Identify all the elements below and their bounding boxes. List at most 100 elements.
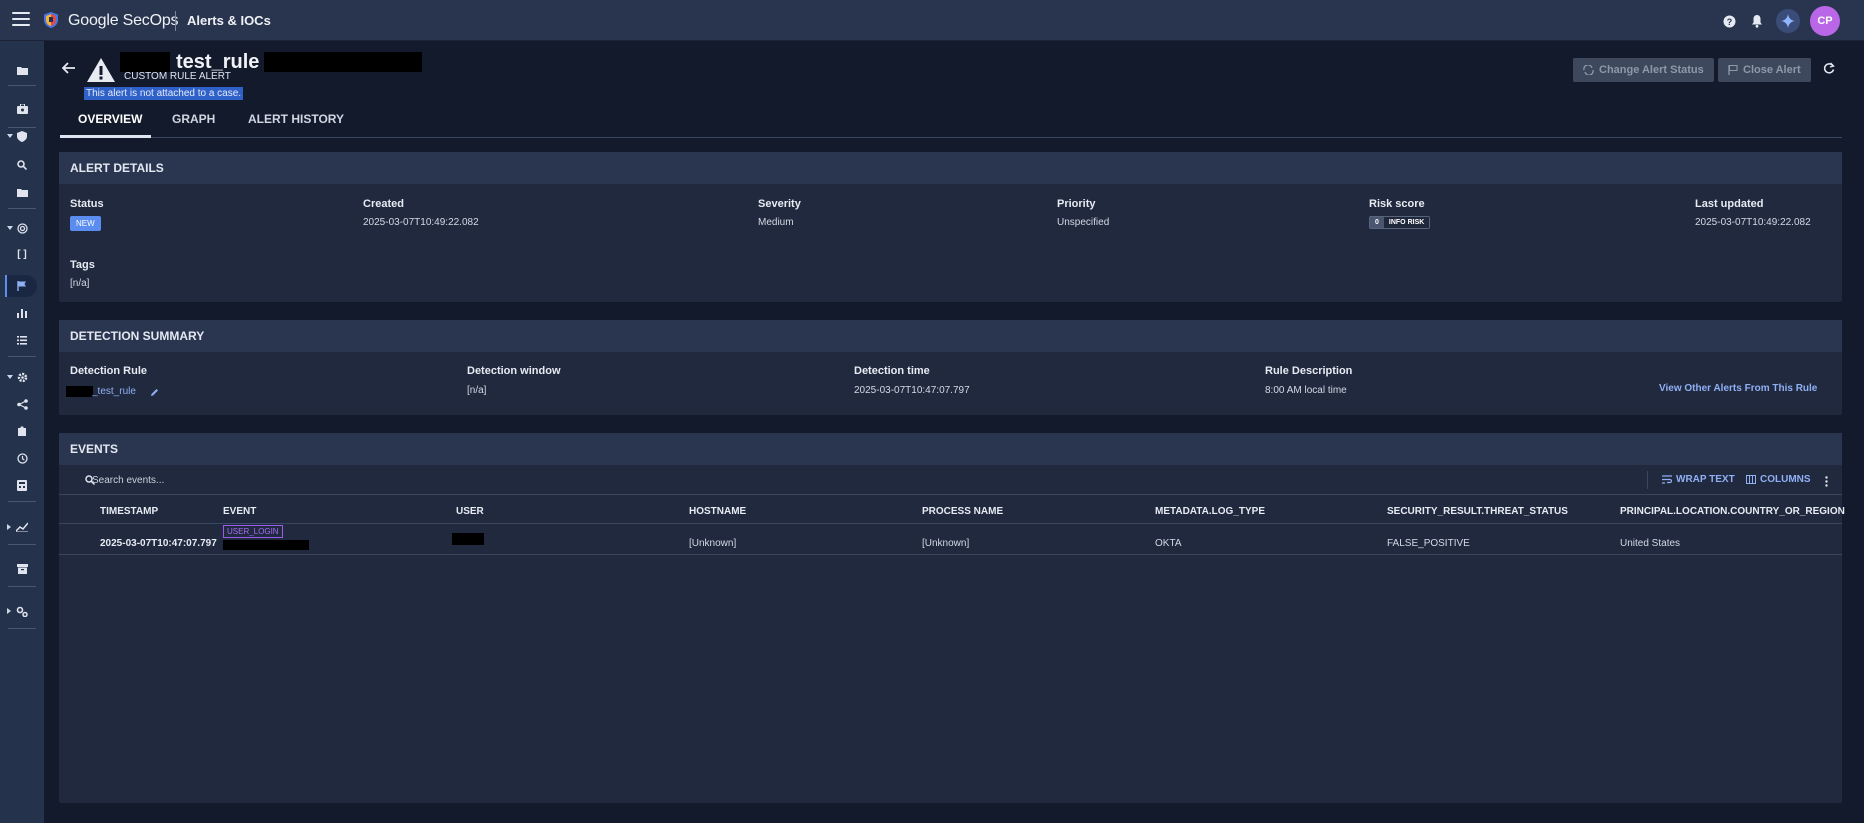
events-heading: EVENTS <box>59 433 1842 465</box>
priority-label: Priority <box>1057 198 1096 210</box>
cell-hostname: [Unknown] <box>689 538 737 549</box>
edit-pencil-icon[interactable] <box>150 388 159 397</box>
events-search-input[interactable] <box>92 471 592 489</box>
detection-time-label: Detection time <box>854 365 930 377</box>
detection-summary-heading: DETECTION SUMMARY <box>59 320 1842 352</box>
status-label: Status <box>70 198 104 210</box>
svg-text:?: ? <box>1726 17 1732 27</box>
page-name: Alerts & IOCs <box>187 13 271 28</box>
column-header-event[interactable]: EVENT <box>223 506 256 517</box>
left-nav-sidebar: [ ] <box>0 41 44 823</box>
cell-log-type: OKTA <box>1155 538 1182 549</box>
flag-icon <box>1728 65 1738 75</box>
bar-chart-icon[interactable] <box>0 302 44 324</box>
admin-settings-icon[interactable] <box>0 600 44 622</box>
refresh-icon[interactable] <box>1823 62 1835 74</box>
wrap-text-button[interactable]: WRAP TEXT <box>1662 474 1735 485</box>
sync-arrows-icon <box>1583 65 1594 75</box>
user-avatar[interactable]: CP <box>1810 6 1840 36</box>
list-icon[interactable] <box>0 329 44 351</box>
notifications-bell-icon[interactable] <box>1748 12 1766 30</box>
alert-details-heading: ALERT DETAILS <box>59 152 1842 184</box>
gemini-sparkle-icon[interactable] <box>1776 9 1800 33</box>
detection-rule-label: Detection Rule <box>70 365 148 377</box>
brackets-icon[interactable]: [ ] <box>0 243 44 265</box>
severity-value: Medium <box>758 217 794 228</box>
redacted-text <box>223 540 309 550</box>
events-panel: EVENTS WRAP TEXT COLUMNS TIMESTAMP EVENT… <box>59 433 1845 803</box>
tab-graph[interactable]: GRAPH <box>172 112 215 126</box>
cell-threat-status: FALSE_POSITIVE <box>1387 538 1470 549</box>
detection-window-value: [n/a] <box>467 385 487 396</box>
brand-name[interactable]: Google SecOps <box>68 12 179 30</box>
help-icon[interactable]: ? <box>1720 12 1738 30</box>
sidebar-divider <box>8 356 36 357</box>
close-alert-button[interactable]: Close Alert <box>1718 58 1811 82</box>
column-header-process-name[interactable]: PROCESS NAME <box>922 506 1003 517</box>
tags-label: Tags <box>70 259 95 271</box>
secops-logo-icon <box>44 12 58 28</box>
brand-divider <box>175 11 176 31</box>
settings-gear-icon[interactable] <box>0 366 44 388</box>
sidebar-divider <box>8 85 36 86</box>
back-arrow-icon[interactable] <box>62 62 76 74</box>
column-header-hostname[interactable]: HOSTNAME <box>689 506 746 517</box>
detection-time-value: 2025-03-07T10:47:07.797 <box>854 385 970 396</box>
redacted-text <box>66 386 93 397</box>
toolbar-divider <box>1647 471 1648 489</box>
puzzle-icon[interactable] <box>0 420 44 442</box>
cell-process-name: [Unknown] <box>922 538 970 549</box>
last-updated-label: Last updated <box>1695 198 1764 210</box>
sidebar-divider <box>8 628 36 629</box>
hamburger-menu-icon[interactable] <box>12 12 30 28</box>
alert-type-subtitle: CUSTOM RULE ALERT <box>124 71 231 82</box>
radar-icon[interactable] <box>0 217 44 239</box>
trend-chart-icon[interactable] <box>0 516 44 538</box>
tab-overview[interactable]: OVERVIEW <box>78 112 142 126</box>
folder-icon[interactable] <box>0 59 44 81</box>
column-header-timestamp[interactable]: TIMESTAMP <box>100 506 158 517</box>
alert-tabs: OVERVIEW GRAPH ALERT HISTORY <box>60 108 1842 138</box>
risk-score-badge: 0 INFO RISK <box>1369 216 1431 229</box>
more-options-icon[interactable] <box>1825 474 1828 492</box>
created-value: 2025-03-07T10:49:22.082 <box>363 217 479 228</box>
cases-briefcase-icon[interactable] <box>0 98 44 120</box>
case-attachment-notice: This alert is not attached to a case. <box>84 87 244 100</box>
column-header-log-type[interactable]: METADATA.LOG_TYPE <box>1155 506 1265 517</box>
risk-score-value: 0 <box>1370 217 1384 228</box>
search-icon[interactable] <box>0 154 44 176</box>
sidebar-divider <box>8 208 36 209</box>
top-app-bar: Google SecOps Alerts & IOCs ? CP <box>0 0 1864 41</box>
close-alert-label: Close Alert <box>1743 64 1801 76</box>
change-alert-status-button[interactable]: Change Alert Status <box>1573 58 1714 82</box>
column-header-user[interactable]: USER <box>456 506 484 517</box>
detection-window-label: Detection window <box>467 365 561 377</box>
rule-description-label: Rule Description <box>1265 365 1353 377</box>
created-label: Created <box>363 198 404 210</box>
tab-alert-history[interactable]: ALERT HISTORY <box>248 112 344 126</box>
graph-nodes-icon[interactable] <box>0 393 44 415</box>
column-header-country[interactable]: PRINCIPAL.LOCATION.COUNTRY_OR_REGION <box>1620 506 1845 517</box>
last-updated-value: 2025-03-07T10:49:22.082 <box>1695 217 1811 228</box>
view-other-alerts-link[interactable]: View Other Alerts From This Rule <box>1659 383 1817 394</box>
severity-label: Severity <box>758 198 801 210</box>
history-clock-icon[interactable] <box>0 447 44 469</box>
sidebar-divider <box>8 586 36 587</box>
columns-label: COLUMNS <box>1760 474 1811 485</box>
archive-box-icon[interactable] <box>0 558 44 580</box>
event-type-tag[interactable]: USER_LOGIN <box>223 525 283 538</box>
calculator-icon[interactable] <box>0 474 44 496</box>
alerts-flag-icon[interactable] <box>5 275 37 297</box>
status-badge: NEW <box>70 216 101 231</box>
detection-rule-link[interactable]: _test_rule <box>92 386 136 397</box>
row-divider <box>59 554 1842 555</box>
risk-level-text: INFO RISK <box>1383 217 1430 228</box>
sidebar-divider <box>8 544 36 545</box>
columns-button[interactable]: COLUMNS <box>1746 474 1811 485</box>
detection-shield-icon[interactable] <box>0 125 44 147</box>
tags-value: [n/a] <box>70 278 90 289</box>
column-header-threat-status[interactable]: SECURITY_RESULT.THREAT_STATUS <box>1387 506 1568 517</box>
detection-summary-panel: DETECTION SUMMARY Detection Rule _test_r… <box>59 320 1842 415</box>
warning-triangle-icon <box>87 58 115 82</box>
folder-search-icon[interactable] <box>0 181 44 203</box>
